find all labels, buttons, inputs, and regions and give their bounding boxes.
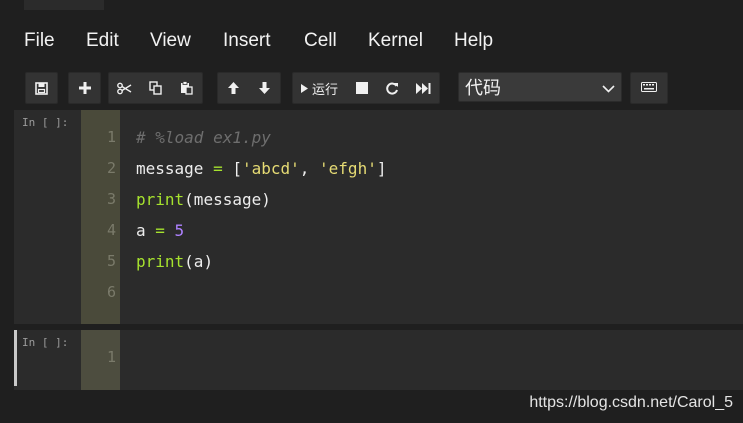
paste-icon [180,81,193,95]
run-group: 运行 [292,72,441,104]
code-token: print [136,252,185,271]
line-number: 5 [106,252,116,270]
menu-view[interactable]: View [150,30,191,52]
line-number-gutter: 1 [81,330,120,390]
watermark: https://blog.csdn.net/Carol_5 [529,394,733,411]
code-token: (a) [184,252,214,271]
clipboard-group [108,72,203,104]
cell-type-value: 代码 [465,78,501,98]
move-down-button[interactable] [249,73,280,103]
save-group [25,72,58,104]
menu-cell[interactable]: Cell [304,30,337,52]
input-prompt: In [ ]: [22,336,69,349]
menubar: File Edit View Insert Cell Kernel Help [0,25,743,59]
move-up-button[interactable] [218,73,249,103]
toolbar: 运行 代码 [0,70,743,104]
chevron-down-icon [602,77,615,98]
line-number: 1 [106,348,116,366]
menu-file[interactable]: File [24,30,55,52]
code-token: print [136,190,185,209]
interrupt-button[interactable] [346,73,377,103]
fast-forward-icon [416,82,431,94]
run-icon [301,83,308,93]
restart-button[interactable] [377,73,408,103]
cell-type-select[interactable]: 代码 [458,72,622,102]
run-label: 运行 [312,81,339,97]
code-token: 'abcd' [241,159,300,178]
move-group [217,72,281,104]
restart-icon [386,82,399,95]
top-tab-stub [24,0,104,10]
line-number-gutter: 1 2 3 4 5 6 [81,110,120,324]
menu-help[interactable]: Help [454,30,493,52]
menu-edit[interactable]: Edit [86,30,119,52]
code-token: ] [376,159,387,178]
code-token: [ [222,159,242,178]
insert-cell-button[interactable] [69,73,100,103]
arrow-up-icon [227,81,240,95]
line-number: 2 [106,159,116,177]
code-token: = [213,159,223,178]
copy-icon [149,81,162,95]
run-all-button[interactable] [408,73,439,103]
paste-button[interactable] [171,73,202,103]
code-line: a = 5 [136,221,184,240]
cell-edit-indicator [14,330,17,386]
line-number: 3 [106,190,116,208]
menu-kernel[interactable]: Kernel [368,30,423,52]
code-token: a [136,221,156,240]
save-button[interactable] [26,73,57,103]
code-cell[interactable]: In [ ]: 1 [14,330,743,390]
line-number: 6 [106,283,116,301]
code-token: (message) [184,190,271,209]
code-token: 'efgh' [319,159,377,178]
code-token: , [299,159,320,178]
code-line: message = ['abcd', 'efgh'] [136,159,386,178]
command-palette-button[interactable] [630,72,668,104]
line-number: 4 [106,221,116,239]
code-cell[interactable]: In [ ]: 1 2 3 4 5 6 # %load ex1.py messa… [14,110,743,324]
insert-group [68,72,101,104]
code-token: # %load ex1.py [136,128,271,147]
plus-icon [78,82,91,94]
save-icon [35,81,48,95]
menu-insert[interactable]: Insert [223,30,271,52]
cut-icon [117,82,132,95]
code-line: # %load ex1.py [136,128,271,147]
code-token: message [136,159,214,178]
stop-icon [355,82,368,94]
line-number: 1 [106,128,116,146]
cut-button[interactable] [109,73,140,103]
run-button[interactable]: 运行 [293,73,346,103]
code-line: print(message) [136,190,271,209]
code-token: 5 [174,221,185,240]
code-line: print(a) [136,252,213,271]
arrow-down-icon [258,81,271,95]
copy-button[interactable] [140,73,171,103]
input-prompt: In [ ]: [22,116,69,129]
code-token: = [155,221,165,240]
keyboard-icon [641,79,657,97]
